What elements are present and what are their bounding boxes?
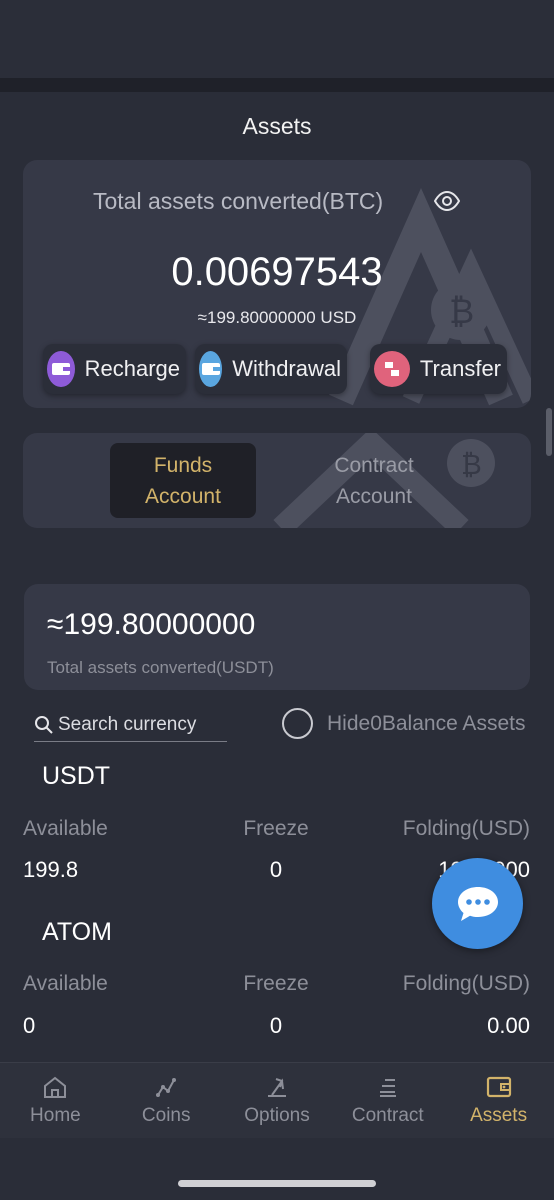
tab-funds-line2: Account [145,484,221,508]
scrollbar[interactable] [546,408,552,456]
nav-options-label: Options [244,1105,310,1126]
available-header: Available [23,972,108,995]
total-assets-btc-label: Total assets converted(BTC) [93,188,384,214]
usdt-total-value: ≈199.80000000 [47,608,256,641]
wallet-icon [486,1076,511,1098]
nav-contract[interactable]: Contract [332,1063,443,1138]
radio-circle-icon[interactable] [282,708,313,739]
freeze-value: 0 [269,857,283,882]
tab-funds-line1: Funds [153,453,213,477]
btc-balance: 0.00697543 [171,250,383,294]
hide-zero-balance-label: Hide0Balance Assets [327,711,526,735]
svg-text:₿: ₿ [461,448,482,481]
transfer-icon [374,351,410,387]
available-value: 199.8 [23,857,79,882]
chat-bubble-icon [457,886,498,921]
withdrawal-button[interactable]: Withdrawal [195,344,347,394]
total-assets-card: ₿ Total assets converted(BTC) 0.00697543… [23,160,531,408]
bottom-safe-area [0,1138,554,1200]
nav-coins[interactable]: Coins [111,1063,222,1138]
folding-header: Folding(USD) [402,972,530,995]
usdt-total-label: Total assets converted(USDT) [47,658,274,677]
usdt-total-card: ≈199.80000000 Total assets converted(USD… [24,584,530,690]
available-value: 0 [23,1013,36,1038]
status-area [0,0,554,78]
hide-zero-balance-toggle[interactable]: Hide0Balance Assets [282,708,525,739]
options-icon [267,1078,286,1097]
page-title: Assets [242,113,312,139]
chart-icon [156,1078,177,1097]
wallet-icon [199,351,223,387]
tab-contract-label: Contract Account [324,450,424,512]
nav-assets-label: Assets [470,1105,528,1126]
recharge-label: Recharge [84,356,180,381]
coin-name: ATOM [42,918,112,946]
tab-contract-line2: Account [336,484,412,508]
folding-header: Folding(USD) [402,817,530,840]
header-divider [0,78,554,92]
bottom-navigation: Home Coins Options Contract Assets [0,1062,554,1138]
nav-coins-label: Coins [141,1105,191,1126]
recharge-button[interactable]: Recharge [43,344,186,394]
coin-name: USDT [42,762,111,790]
nav-home-label: Home [30,1105,81,1126]
tab-contract-account[interactable]: Contract Account [301,443,447,518]
freeze-header: Freeze [243,817,309,840]
nav-options[interactable]: Options [222,1063,333,1138]
folding-value: 0.00 [487,1013,530,1038]
withdrawal-label: Withdrawal [232,356,341,381]
search-icon [35,715,53,734]
search-field[interactable] [34,708,227,742]
transfer-button[interactable]: Transfer [370,344,507,394]
freeze-header: Freeze [243,972,309,995]
account-tabs-card: ₿ Funds Account Contract Account [23,433,531,528]
tab-contract-line1: Contract [334,453,414,477]
contract-icon [379,1079,396,1097]
transfer-label: Transfer [419,356,501,381]
chat-support-button[interactable] [432,858,523,949]
freeze-value: 0 [269,1013,283,1038]
usd-approx-balance: ≈199.80000000 USD [197,308,357,327]
nav-assets[interactable]: Assets [443,1063,554,1138]
home-indicator[interactable] [178,1180,376,1187]
tab-funds-account[interactable]: Funds Account [110,443,256,518]
search-input[interactable] [58,713,223,736]
available-header: Available [23,817,108,840]
nav-home[interactable]: Home [0,1063,111,1138]
eye-icon[interactable] [434,190,460,212]
tab-funds-label: Funds Account [133,450,233,512]
nav-contract-label: Contract [351,1105,424,1126]
home-icon [44,1076,67,1098]
wallet-icon [47,351,75,387]
